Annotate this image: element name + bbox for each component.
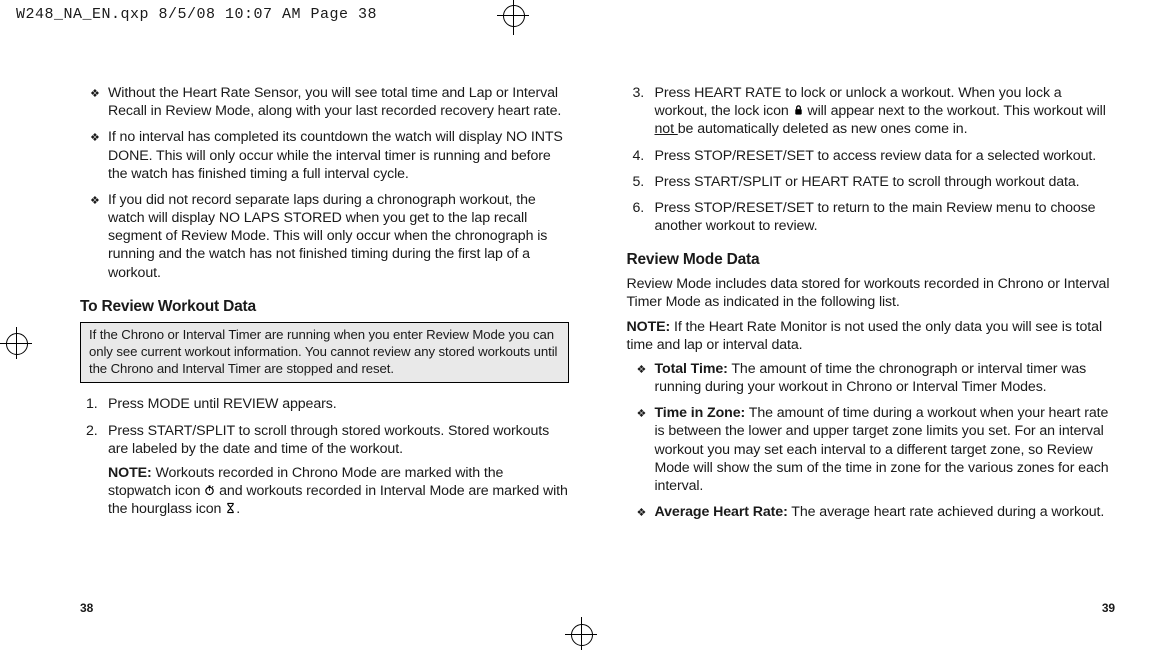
bullet-icon: ❖ <box>637 363 647 377</box>
bullet-icon: ❖ <box>90 194 100 208</box>
body-text: If you did not record separate laps duri… <box>108 192 547 281</box>
bullet-icon: ❖ <box>90 87 100 101</box>
section-heading: To Review Workout Data <box>80 298 569 316</box>
term-label: Total Time: <box>655 361 728 377</box>
body-text: will appear next to the workout. This wo… <box>804 103 1106 119</box>
note-label: NOTE: <box>108 465 152 481</box>
list-item: ❖ If no interval has completed its countd… <box>80 128 569 191</box>
note-text: NOTE: If the Heart Rate Monitor is not u… <box>627 318 1116 354</box>
stopwatch-icon <box>204 484 215 496</box>
list-item: Press STOP/RESET/SET to return to the ma… <box>627 199 1116 243</box>
term-label: Average Heart Rate: <box>655 504 788 520</box>
body-text: Without the Heart Rate Sensor, you will … <box>108 85 561 119</box>
bullet-icon: ❖ <box>637 407 647 421</box>
section-heading: Review Mode Data <box>627 251 1116 269</box>
body-text: Press STOP/RESET/SET to return to the ma… <box>655 200 1096 234</box>
prepress-slug: W248_NA_EN.qxp 8/5/08 10:07 AM Page 38 <box>16 6 377 23</box>
body-text: Press START/SPLIT to scroll through stor… <box>108 423 549 457</box>
body-text: Press MODE until REVIEW appears. <box>108 396 337 412</box>
body-text: If the Heart Rate Monitor is not used th… <box>627 319 1103 353</box>
page-number: 38 <box>80 601 93 615</box>
body-text: Review Mode includes data stored for wor… <box>627 275 1116 311</box>
page-right: Press HEART RATE to lock or unlock a wor… <box>627 84 1116 615</box>
hourglass-icon <box>225 502 236 514</box>
registration-mark <box>503 5 525 27</box>
list-item: Press START/SPLIT to scroll through stor… <box>80 422 569 527</box>
body-text: be automatically deleted as new ones com… <box>678 121 968 137</box>
bullet-list: ❖Total Time: The amount of time the chro… <box>627 360 1116 529</box>
list-item: Press MODE until REVIEW appears. <box>80 395 569 421</box>
underlined-text: not <box>655 121 678 137</box>
note-label: NOTE: <box>627 319 671 335</box>
list-item: Press STOP/RESET/SET to access review da… <box>627 147 1116 173</box>
registration-mark <box>6 333 28 355</box>
ordered-list: Press HEART RATE to lock or unlock a wor… <box>627 84 1116 243</box>
callout-box: If the Chrono or Interval Timer are runn… <box>80 322 569 384</box>
bullet-icon: ❖ <box>637 506 647 520</box>
page-spread: ❖ Without the Heart Rate Sensor, you will… <box>80 84 1115 615</box>
list-item: ❖ If you did not record separate laps dur… <box>80 191 569 290</box>
bullet-list: ❖ Without the Heart Rate Sensor, you will… <box>80 84 569 290</box>
bullet-icon: ❖ <box>90 131 100 145</box>
list-item: Press START/SPLIT or HEART RATE to scrol… <box>627 173 1116 199</box>
body-text: Press START/SPLIT or HEART RATE to scrol… <box>655 174 1080 190</box>
body-text: . <box>236 501 240 517</box>
list-item: ❖Total Time: The amount of time the chro… <box>627 360 1116 404</box>
page-left: ❖ Without the Heart Rate Sensor, you will… <box>80 84 569 615</box>
list-item: Press HEART RATE to lock or unlock a wor… <box>627 84 1116 147</box>
list-item: ❖Time in Zone: The amount of time during… <box>627 404 1116 503</box>
note-text: NOTE: Workouts recorded in Chrono Mode a… <box>108 464 569 519</box>
ordered-list: Press MODE until REVIEW appears. Press S… <box>80 395 569 526</box>
page-number: 39 <box>1102 601 1115 615</box>
list-item: ❖ Without the Heart Rate Sensor, you will… <box>80 84 569 128</box>
body-text: Press STOP/RESET/SET to access review da… <box>655 148 1097 164</box>
term-label: Time in Zone: <box>655 405 746 421</box>
list-item: ❖ Average Heart Rate: The average heart r… <box>627 503 1116 529</box>
body-text: The average heart rate achieved during a… <box>788 504 1105 520</box>
body-text: If no interval has completed its countdo… <box>108 129 563 181</box>
registration-mark <box>571 624 593 646</box>
lock-icon <box>793 104 804 116</box>
